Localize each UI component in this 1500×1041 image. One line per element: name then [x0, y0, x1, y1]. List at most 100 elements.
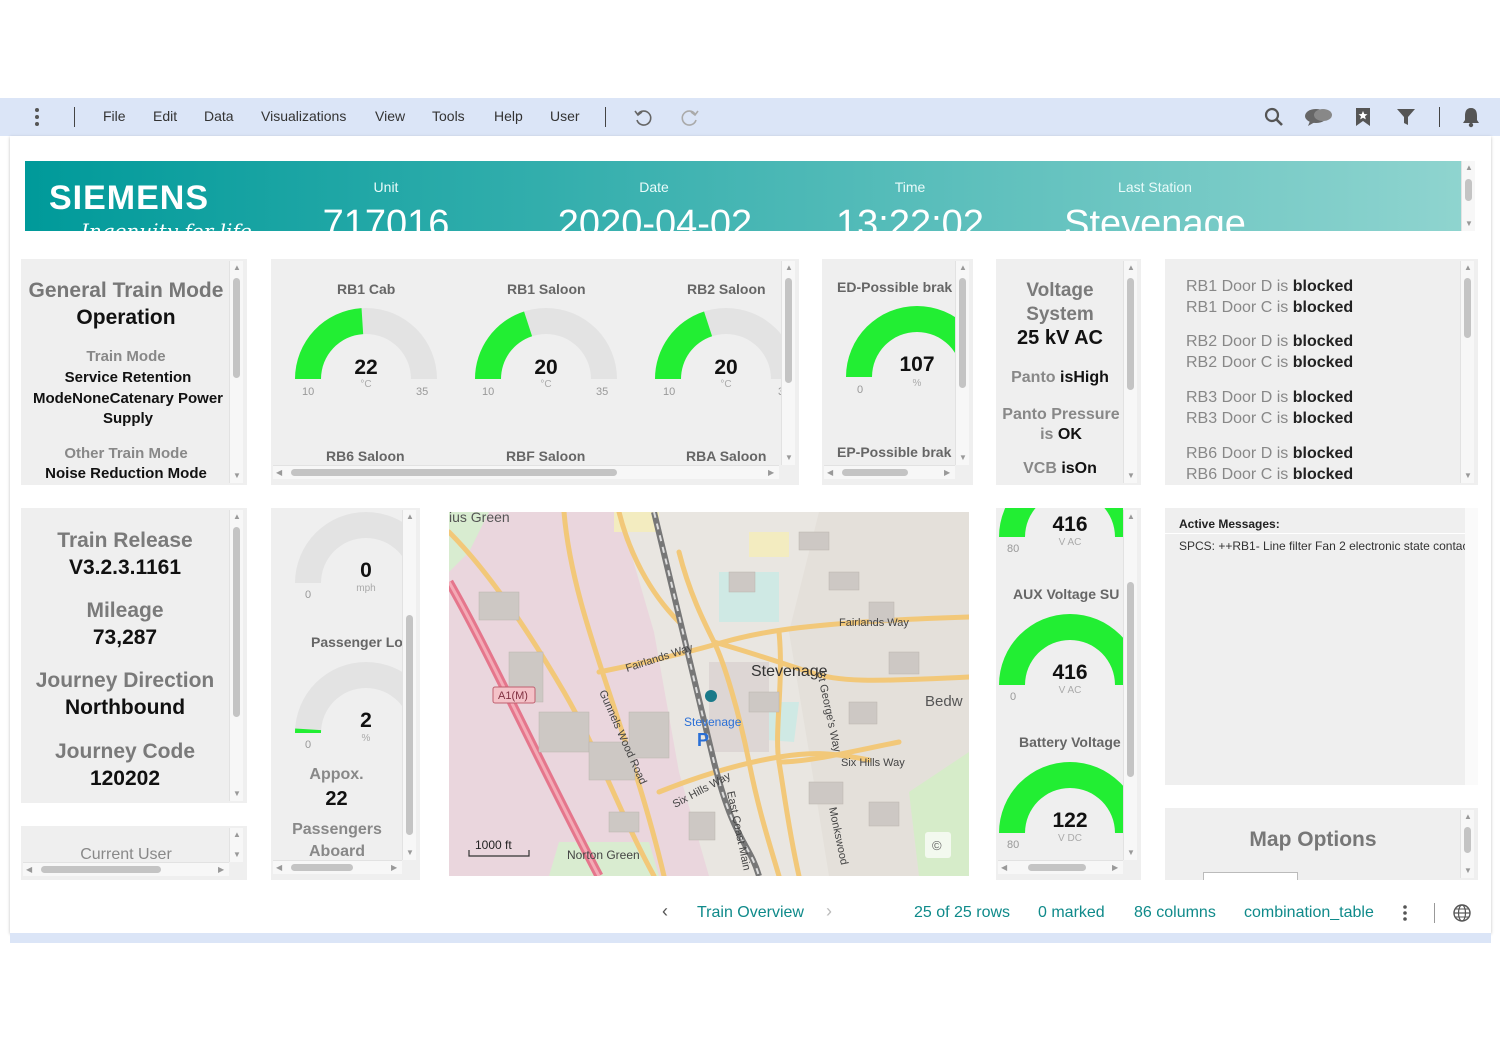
door-state: blocked: [1292, 389, 1354, 406]
journey-code-value: 120202: [89, 767, 161, 790]
status-divider: [1434, 903, 1435, 923]
speed-unit: mph: [356, 583, 376, 594]
more-vertical-icon[interactable]: [26, 106, 48, 128]
door-status-line: RB1 Door D is blocked: [1186, 278, 1353, 296]
battery-voltage-min: 80: [1007, 839, 1020, 851]
brake-vscrollbar[interactable]: ▲ ▼: [955, 261, 969, 465]
general-train-mode-label: General Train Mode: [28, 279, 224, 302]
unit-value: 717016: [322, 203, 450, 231]
general-train-mode-value: Operation: [76, 306, 176, 329]
train-release-panel: Train Release V3.2.3.1161 Mileage 73,287…: [21, 508, 247, 803]
temperature-hscrollbar[interactable]: ◀ ▶: [273, 465, 779, 479]
door-status-line: RB1 Door C is blocked: [1186, 299, 1353, 317]
rb1-cab-value: 22: [354, 356, 378, 379]
bookmark-icon[interactable]: [1353, 106, 1375, 128]
previous-page-icon[interactable]: ‹: [662, 901, 668, 922]
aux-voltage-1-value: 416: [1052, 513, 1088, 536]
rb1-cab-min: 10: [302, 386, 315, 398]
door-verb: is: [1276, 445, 1289, 462]
door-name: RB6 Door C: [1186, 466, 1273, 483]
aux-voltage-1-unit: V AC: [1058, 537, 1082, 548]
current-user-vscrollbar[interactable]: ▲ ▼: [229, 828, 243, 862]
ed-brake-min: 0: [857, 384, 864, 396]
door-state: blocked: [1292, 410, 1354, 427]
speed-hscrollbar[interactable]: ◀ ▶: [273, 860, 402, 874]
active-message-item[interactable]: SPCS: ++RB1- Line filter Fan 2 electroni…: [1179, 539, 1474, 553]
door-state: blocked: [1292, 354, 1354, 371]
redo-icon[interactable]: [679, 106, 701, 128]
journey-direction-value: Northbound: [64, 696, 186, 719]
map-label-a1: A1(M): [498, 690, 528, 702]
passenger-load-unit: %: [361, 733, 371, 744]
rb6-saloon-label: RB6 Saloon: [326, 448, 405, 464]
toolbar-divider: [605, 107, 606, 127]
train-mode-scrollbar[interactable]: ▲ ▼: [229, 261, 243, 483]
status-more-icon[interactable]: [1398, 904, 1412, 922]
date-value: 2020-04-02: [557, 203, 753, 231]
undo-icon[interactable]: [632, 106, 654, 128]
rb2-saloon-label: RB2 Saloon: [687, 281, 766, 297]
column-count: 86 columns: [1134, 904, 1216, 921]
menu-edit[interactable]: Edit: [153, 108, 177, 124]
current-user-hscrollbar[interactable]: ◀ ▶: [23, 862, 229, 876]
messages-scroll-track: [1465, 508, 1478, 785]
aux-vscrollbar[interactable]: ▲ ▼: [1123, 510, 1137, 860]
door-name: RB3 Door D: [1186, 389, 1273, 406]
last-station-value: Stevenage: [1064, 203, 1246, 231]
passenger-load-min: 0: [305, 739, 312, 751]
map-options-scrollbar[interactable]: ▲ ▼: [1460, 810, 1474, 878]
aux-hscrollbar[interactable]: ◀ ▶: [998, 860, 1123, 874]
train-mode-label: Train Mode: [86, 348, 166, 365]
menu-tools[interactable]: Tools: [432, 108, 465, 124]
brake-hscrollbar[interactable]: ◀ ▶: [824, 465, 955, 479]
page-name[interactable]: Train Overview: [697, 904, 804, 922]
voltage-system-value: 25 kV AC: [1017, 327, 1103, 349]
voltage-scrollbar[interactable]: ▲ ▼: [1123, 261, 1137, 483]
siemens-tagline: Ingenuity for life: [81, 219, 252, 231]
rb1-saloon-min: 10: [482, 386, 495, 398]
filter-icon[interactable]: [1395, 106, 1417, 128]
rb1-cab-max: 35: [416, 386, 429, 398]
aux-voltage-1-min: 80: [1007, 543, 1020, 555]
map-copyright-icon: ©: [925, 832, 951, 858]
next-page-icon[interactable]: ›: [826, 901, 832, 922]
speed-vscrollbar[interactable]: ▲ ▼: [402, 510, 416, 860]
menu-view[interactable]: View: [375, 108, 405, 124]
mileage-value: 73,287: [92, 626, 158, 649]
bell-icon[interactable]: [1460, 106, 1482, 128]
panto-value: isHigh: [1060, 369, 1109, 386]
banner-scrollbar[interactable]: ▲ ▼: [1461, 161, 1475, 231]
doors-scrollbar[interactable]: ▲ ▼: [1460, 261, 1474, 483]
panto-pressure-status: Panto Pressure is OK: [1000, 405, 1122, 445]
rb1-cab-unit: °C: [360, 379, 372, 390]
comments-icon[interactable]: [1304, 106, 1334, 128]
globe-icon[interactable]: [1452, 903, 1472, 923]
menu-file[interactable]: File: [103, 108, 126, 124]
door-verb: is: [1276, 333, 1289, 350]
menu-visualizations[interactable]: Visualizations: [261, 108, 346, 124]
door-verb: is: [1276, 410, 1289, 427]
door-state: blocked: [1292, 278, 1354, 295]
header-banner: SIEMENS Ingenuity for life Unit 717016 D…: [25, 161, 1462, 231]
rb2-saloon-value: 20: [714, 356, 738, 379]
menu-help[interactable]: Help: [494, 108, 523, 124]
aux-voltage-label: AUX Voltage SU: [1013, 586, 1120, 602]
last-station-label: Last Station: [1118, 179, 1192, 195]
battery-voltage-label: Battery Voltage: [1019, 734, 1121, 750]
ed-brake-unit: %: [912, 378, 922, 389]
train-release-value: V3.2.3.1161: [68, 556, 182, 579]
map-label-a1-box: A1(M): [492, 686, 536, 704]
door-name: RB3 Door C: [1186, 410, 1273, 427]
train-release-scrollbar[interactable]: ▲ ▼: [229, 510, 243, 801]
menu-data[interactable]: Data: [204, 108, 234, 124]
temperature-vscrollbar[interactable]: ▲ ▼: [781, 261, 795, 465]
menu-user[interactable]: User: [550, 108, 580, 124]
mileage-label: Mileage: [86, 599, 164, 622]
svg-text:©: ©: [932, 838, 942, 853]
map-options-dropdown[interactable]: [1203, 872, 1298, 880]
route-map[interactable]: Stevenage Stevenage P A1(M) Fairlands Wa…: [449, 512, 969, 876]
temperature-panel: RB1 Cab 22 °C 10 35 RB1 Saloon 20 °C 10 …: [271, 259, 799, 485]
search-icon[interactable]: [1263, 106, 1285, 128]
data-table-name[interactable]: combination_table: [1244, 904, 1374, 922]
door-state: blocked: [1292, 299, 1354, 316]
